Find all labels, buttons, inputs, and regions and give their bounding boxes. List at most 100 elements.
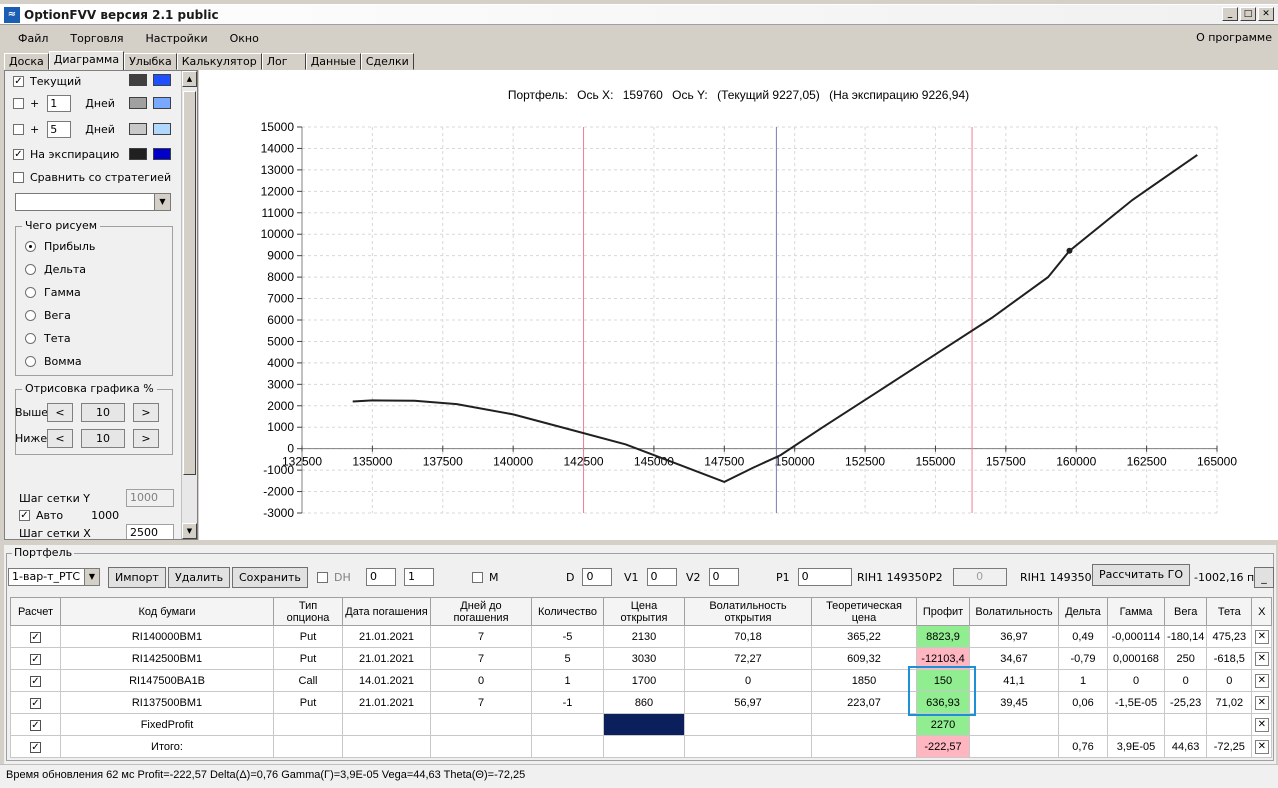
days2-checkbox[interactable] (13, 123, 24, 135)
tab-calculator[interactable]: Калькулятор (176, 53, 262, 70)
menu-trading[interactable]: Торговля (62, 32, 131, 45)
days2-light-swatch[interactable] (153, 123, 171, 135)
days1-dark-swatch[interactable] (129, 97, 147, 109)
radio-gamma[interactable] (25, 286, 36, 298)
compare-checkbox[interactable] (13, 171, 24, 183)
days1-input[interactable]: 1 (47, 94, 72, 112)
col-vol[interactable]: Волатильность (969, 597, 1059, 626)
days1-checkbox[interactable] (13, 97, 24, 109)
delete-button[interactable]: Удалить (168, 566, 231, 588)
maximize-button[interactable]: □ (1240, 7, 1256, 21)
menu-window[interactable]: Окно (222, 32, 267, 45)
scroll-thumb[interactable] (183, 91, 196, 475)
radio-theta[interactable] (25, 332, 36, 344)
row-calc-checkbox[interactable]: ✓ (10, 713, 61, 736)
above-increase-button[interactable]: > (133, 403, 159, 422)
calc-margin-button[interactable]: Рассчитать ГО (1092, 564, 1191, 586)
v1-input[interactable]: 0 (646, 568, 677, 586)
cell-code[interactable]: RI140000BM1 (60, 625, 274, 648)
cell-qty[interactable]: -5 (531, 625, 604, 648)
chevron-down-icon[interactable]: ▼ (84, 569, 99, 585)
m-checkbox[interactable] (472, 571, 483, 583)
close-icon[interactable]: ✕ (1254, 739, 1269, 754)
dh-checkbox[interactable] (317, 571, 328, 583)
grid-x-input[interactable]: 2500 (126, 524, 174, 539)
cell-days[interactable]: 0 (430, 669, 532, 692)
cell-days[interactable]: 7 (430, 625, 532, 648)
row-calc-checkbox[interactable]: ✓ (10, 669, 61, 692)
radio-vomma[interactable] (25, 355, 36, 367)
minimize-button[interactable]: _ (1222, 7, 1238, 21)
col-vega[interactable]: Вега (1163, 597, 1208, 626)
cell-days[interactable]: 7 (430, 691, 532, 714)
dh-value2[interactable]: 1 (404, 568, 434, 586)
dh-value1[interactable]: 0 (366, 568, 396, 586)
col-profit[interactable]: Профит (916, 597, 970, 626)
cell-qty[interactable]: 5 (531, 647, 604, 670)
col-days[interactable]: Дней до погашения (430, 597, 532, 626)
tab-log[interactable]: Лог (261, 53, 306, 70)
row-delete-button[interactable]: ✕ (1251, 669, 1273, 692)
scroll-down-icon[interactable]: ▼ (182, 523, 197, 539)
col-delta[interactable]: Дельта (1058, 597, 1108, 626)
cell-price[interactable]: 1700 (603, 669, 685, 692)
row-delete-button[interactable]: ✕ (1251, 691, 1273, 714)
cell-qty[interactable]: -1 (531, 691, 604, 714)
row-delete-button[interactable]: ✕ (1251, 625, 1273, 648)
p1-input[interactable]: 0 (797, 568, 852, 586)
below-value[interactable]: 10 (81, 429, 125, 448)
cell-price[interactable]: 2130 (603, 625, 685, 648)
cell-code[interactable]: RI147500BA1B (60, 669, 274, 692)
table-row[interactable]: ✓ RI137500BM1 Put 21.01.2021 7 -1 860 56,97 223,… (10, 691, 1273, 714)
cell-code[interactable]: RI142500BM1 (60, 647, 274, 670)
current-light-swatch[interactable] (153, 74, 171, 86)
row-calc-checkbox[interactable]: ✓ (10, 647, 61, 670)
auto-checkbox[interactable]: ✓ (19, 509, 30, 521)
above-decrease-button[interactable]: < (47, 403, 73, 422)
grid-y-input[interactable]: 1000 (126, 489, 174, 507)
current-checkbox[interactable]: ✓ (13, 75, 24, 87)
col-theo[interactable]: Теоретическая цена (811, 597, 917, 626)
close-icon[interactable]: ✕ (1254, 695, 1269, 710)
cell-date[interactable]: 21.01.2021 (342, 647, 431, 670)
col-date[interactable]: Дата погашения (342, 597, 431, 626)
below-decrease-button[interactable]: < (47, 429, 73, 448)
above-value[interactable]: 10 (81, 403, 125, 422)
row-delete-button[interactable]: ✕ (1251, 735, 1273, 758)
portfolio-select[interactable]: 1-вар-т_РТС ▼ (8, 568, 100, 586)
tab-smile[interactable]: Улыбка (124, 53, 177, 70)
cell-qty[interactable]: 1 (531, 669, 604, 692)
cell-vol-open[interactable]: 0 (684, 669, 812, 692)
cell-type[interactable]: Put (273, 625, 343, 648)
cell-vol-open[interactable]: 72,27 (684, 647, 812, 670)
col-price[interactable]: Цена открытия (603, 597, 685, 626)
radio-vega[interactable] (25, 309, 36, 321)
tab-diagram[interactable]: Диаграмма (48, 51, 125, 71)
cell-days[interactable]: 7 (430, 647, 532, 670)
col-calc[interactable]: Расчет (10, 597, 61, 626)
table-row[interactable]: ✓ RI140000BM1 Put 21.01.2021 7 -5 2130 70,18 365… (10, 625, 1273, 648)
expiry-light-swatch[interactable] (153, 148, 171, 160)
row-calc-checkbox[interactable]: ✓ (10, 691, 61, 714)
tab-board[interactable]: Доска (4, 53, 49, 70)
strategy-select[interactable]: ▼ (15, 193, 171, 211)
row-delete-button[interactable]: ✕ (1251, 647, 1273, 670)
table-row[interactable]: ✓ RI147500BA1B Call 14.01.2021 0 1 1700 0 1850 15… (10, 669, 1273, 692)
col-delete[interactable]: X (1251, 597, 1273, 626)
days2-dark-swatch[interactable] (129, 123, 147, 135)
table-row[interactable]: ✓ RI142500BM1 Put 21.01.2021 7 5 3030 72,27 609,… (10, 647, 1273, 670)
radio-profit[interactable] (25, 240, 36, 252)
below-increase-button[interactable]: > (133, 429, 159, 448)
close-icon[interactable]: ✕ (1254, 629, 1269, 644)
menu-file[interactable]: Файл (10, 32, 56, 45)
row-delete-button[interactable]: ✕ (1251, 713, 1273, 736)
close-icon[interactable]: ✕ (1254, 673, 1269, 688)
cell-date[interactable]: 21.01.2021 (342, 625, 431, 648)
col-vol-open[interactable]: Волатильность открытия (684, 597, 812, 626)
p2-input[interactable]: 0 (952, 568, 1007, 586)
col-qty[interactable]: Количество (531, 597, 604, 626)
scroll-up-icon[interactable]: ▲ (182, 71, 197, 87)
profit-chart[interactable]: -3000-2000-10000100020003000400050006000… (199, 70, 1278, 540)
cell-price[interactable]: 860 (603, 691, 685, 714)
save-button[interactable]: Сохранить (232, 566, 308, 588)
